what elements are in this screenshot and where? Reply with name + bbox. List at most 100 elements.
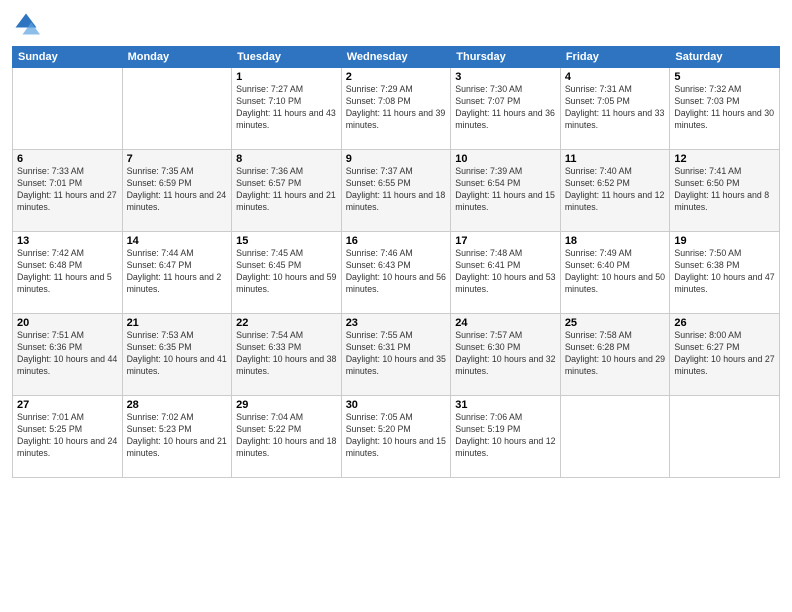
day-info: Sunrise: 7:40 AM Sunset: 6:52 PM Dayligh… (565, 166, 666, 214)
calendar-cell: 21Sunrise: 7:53 AM Sunset: 6:35 PM Dayli… (122, 314, 232, 396)
calendar-cell: 3Sunrise: 7:30 AM Sunset: 7:07 PM Daylig… (451, 68, 561, 150)
day-number: 31 (455, 399, 556, 411)
calendar-row-2: 6Sunrise: 7:33 AM Sunset: 7:01 PM Daylig… (13, 150, 780, 232)
day-number: 18 (565, 235, 666, 247)
day-number: 30 (346, 399, 447, 411)
calendar-cell: 20Sunrise: 7:51 AM Sunset: 6:36 PM Dayli… (13, 314, 123, 396)
day-number: 4 (565, 71, 666, 83)
day-number: 5 (674, 71, 775, 83)
logo-icon (12, 10, 40, 38)
day-number: 29 (236, 399, 337, 411)
day-info: Sunrise: 7:32 AM Sunset: 7:03 PM Dayligh… (674, 84, 775, 132)
calendar-cell: 19Sunrise: 7:50 AM Sunset: 6:38 PM Dayli… (670, 232, 780, 314)
day-info: Sunrise: 7:35 AM Sunset: 6:59 PM Dayligh… (127, 166, 228, 214)
day-number: 7 (127, 153, 228, 165)
day-info: Sunrise: 7:54 AM Sunset: 6:33 PM Dayligh… (236, 330, 337, 378)
calendar-cell: 16Sunrise: 7:46 AM Sunset: 6:43 PM Dayli… (341, 232, 451, 314)
calendar-cell: 2Sunrise: 7:29 AM Sunset: 7:08 PM Daylig… (341, 68, 451, 150)
calendar-cell: 14Sunrise: 7:44 AM Sunset: 6:47 PM Dayli… (122, 232, 232, 314)
calendar-table: Sunday Monday Tuesday Wednesday Thursday… (12, 46, 780, 478)
day-info: Sunrise: 7:50 AM Sunset: 6:38 PM Dayligh… (674, 248, 775, 296)
day-info: Sunrise: 7:53 AM Sunset: 6:35 PM Dayligh… (127, 330, 228, 378)
day-number: 25 (565, 317, 666, 329)
calendar-cell: 8Sunrise: 7:36 AM Sunset: 6:57 PM Daylig… (232, 150, 342, 232)
calendar-cell: 15Sunrise: 7:45 AM Sunset: 6:45 PM Dayli… (232, 232, 342, 314)
day-info: Sunrise: 7:02 AM Sunset: 5:23 PM Dayligh… (127, 412, 228, 460)
calendar-cell: 29Sunrise: 7:04 AM Sunset: 5:22 PM Dayli… (232, 396, 342, 478)
day-number: 28 (127, 399, 228, 411)
calendar-cell: 10Sunrise: 7:39 AM Sunset: 6:54 PM Dayli… (451, 150, 561, 232)
calendar-row-1: 1Sunrise: 7:27 AM Sunset: 7:10 PM Daylig… (13, 68, 780, 150)
calendar-cell: 26Sunrise: 8:00 AM Sunset: 6:27 PM Dayli… (670, 314, 780, 396)
calendar-row-3: 13Sunrise: 7:42 AM Sunset: 6:48 PM Dayli… (13, 232, 780, 314)
day-number: 1 (236, 71, 337, 83)
day-info: Sunrise: 7:57 AM Sunset: 6:30 PM Dayligh… (455, 330, 556, 378)
day-info: Sunrise: 7:06 AM Sunset: 5:19 PM Dayligh… (455, 412, 556, 460)
calendar-cell: 22Sunrise: 7:54 AM Sunset: 6:33 PM Dayli… (232, 314, 342, 396)
calendar-cell: 27Sunrise: 7:01 AM Sunset: 5:25 PM Dayli… (13, 396, 123, 478)
day-info: Sunrise: 7:39 AM Sunset: 6:54 PM Dayligh… (455, 166, 556, 214)
calendar-cell: 30Sunrise: 7:05 AM Sunset: 5:20 PM Dayli… (341, 396, 451, 478)
day-info: Sunrise: 8:00 AM Sunset: 6:27 PM Dayligh… (674, 330, 775, 378)
header-thursday: Thursday (451, 47, 561, 68)
day-info: Sunrise: 7:51 AM Sunset: 6:36 PM Dayligh… (17, 330, 118, 378)
day-number: 16 (346, 235, 447, 247)
calendar-cell: 18Sunrise: 7:49 AM Sunset: 6:40 PM Dayli… (560, 232, 670, 314)
day-number: 26 (674, 317, 775, 329)
day-number: 2 (346, 71, 447, 83)
calendar-cell: 5Sunrise: 7:32 AM Sunset: 7:03 PM Daylig… (670, 68, 780, 150)
header-wednesday: Wednesday (341, 47, 451, 68)
day-info: Sunrise: 7:36 AM Sunset: 6:57 PM Dayligh… (236, 166, 337, 214)
day-number: 11 (565, 153, 666, 165)
day-info: Sunrise: 7:04 AM Sunset: 5:22 PM Dayligh… (236, 412, 337, 460)
page: Sunday Monday Tuesday Wednesday Thursday… (0, 0, 792, 612)
day-info: Sunrise: 7:45 AM Sunset: 6:45 PM Dayligh… (236, 248, 337, 296)
calendar-cell: 12Sunrise: 7:41 AM Sunset: 6:50 PM Dayli… (670, 150, 780, 232)
calendar-cell: 17Sunrise: 7:48 AM Sunset: 6:41 PM Dayli… (451, 232, 561, 314)
day-number: 9 (346, 153, 447, 165)
day-number: 19 (674, 235, 775, 247)
day-number: 22 (236, 317, 337, 329)
calendar-cell: 7Sunrise: 7:35 AM Sunset: 6:59 PM Daylig… (122, 150, 232, 232)
day-number: 3 (455, 71, 556, 83)
day-number: 24 (455, 317, 556, 329)
day-info: Sunrise: 7:46 AM Sunset: 6:43 PM Dayligh… (346, 248, 447, 296)
day-number: 20 (17, 317, 118, 329)
day-number: 14 (127, 235, 228, 247)
day-info: Sunrise: 7:30 AM Sunset: 7:07 PM Dayligh… (455, 84, 556, 132)
day-info: Sunrise: 7:55 AM Sunset: 6:31 PM Dayligh… (346, 330, 447, 378)
calendar-cell: 31Sunrise: 7:06 AM Sunset: 5:19 PM Dayli… (451, 396, 561, 478)
header-sunday: Sunday (13, 47, 123, 68)
calendar-cell (670, 396, 780, 478)
day-info: Sunrise: 7:42 AM Sunset: 6:48 PM Dayligh… (17, 248, 118, 296)
calendar-cell (122, 68, 232, 150)
calendar-row-5: 27Sunrise: 7:01 AM Sunset: 5:25 PM Dayli… (13, 396, 780, 478)
calendar-cell: 28Sunrise: 7:02 AM Sunset: 5:23 PM Dayli… (122, 396, 232, 478)
calendar-cell: 11Sunrise: 7:40 AM Sunset: 6:52 PM Dayli… (560, 150, 670, 232)
day-info: Sunrise: 7:33 AM Sunset: 7:01 PM Dayligh… (17, 166, 118, 214)
calendar-cell: 9Sunrise: 7:37 AM Sunset: 6:55 PM Daylig… (341, 150, 451, 232)
day-number: 13 (17, 235, 118, 247)
header-monday: Monday (122, 47, 232, 68)
day-info: Sunrise: 7:31 AM Sunset: 7:05 PM Dayligh… (565, 84, 666, 132)
day-number: 8 (236, 153, 337, 165)
calendar-cell (13, 68, 123, 150)
day-number: 15 (236, 235, 337, 247)
header (12, 10, 780, 38)
calendar-cell: 23Sunrise: 7:55 AM Sunset: 6:31 PM Dayli… (341, 314, 451, 396)
calendar-cell: 25Sunrise: 7:58 AM Sunset: 6:28 PM Dayli… (560, 314, 670, 396)
day-number: 21 (127, 317, 228, 329)
header-tuesday: Tuesday (232, 47, 342, 68)
header-saturday: Saturday (670, 47, 780, 68)
day-number: 27 (17, 399, 118, 411)
day-info: Sunrise: 7:01 AM Sunset: 5:25 PM Dayligh… (17, 412, 118, 460)
day-info: Sunrise: 7:29 AM Sunset: 7:08 PM Dayligh… (346, 84, 447, 132)
calendar-cell: 4Sunrise: 7:31 AM Sunset: 7:05 PM Daylig… (560, 68, 670, 150)
calendar-cell: 24Sunrise: 7:57 AM Sunset: 6:30 PM Dayli… (451, 314, 561, 396)
day-info: Sunrise: 7:49 AM Sunset: 6:40 PM Dayligh… (565, 248, 666, 296)
day-info: Sunrise: 7:37 AM Sunset: 6:55 PM Dayligh… (346, 166, 447, 214)
day-info: Sunrise: 7:27 AM Sunset: 7:10 PM Dayligh… (236, 84, 337, 132)
day-number: 23 (346, 317, 447, 329)
weekday-header-row: Sunday Monday Tuesday Wednesday Thursday… (13, 47, 780, 68)
day-number: 17 (455, 235, 556, 247)
